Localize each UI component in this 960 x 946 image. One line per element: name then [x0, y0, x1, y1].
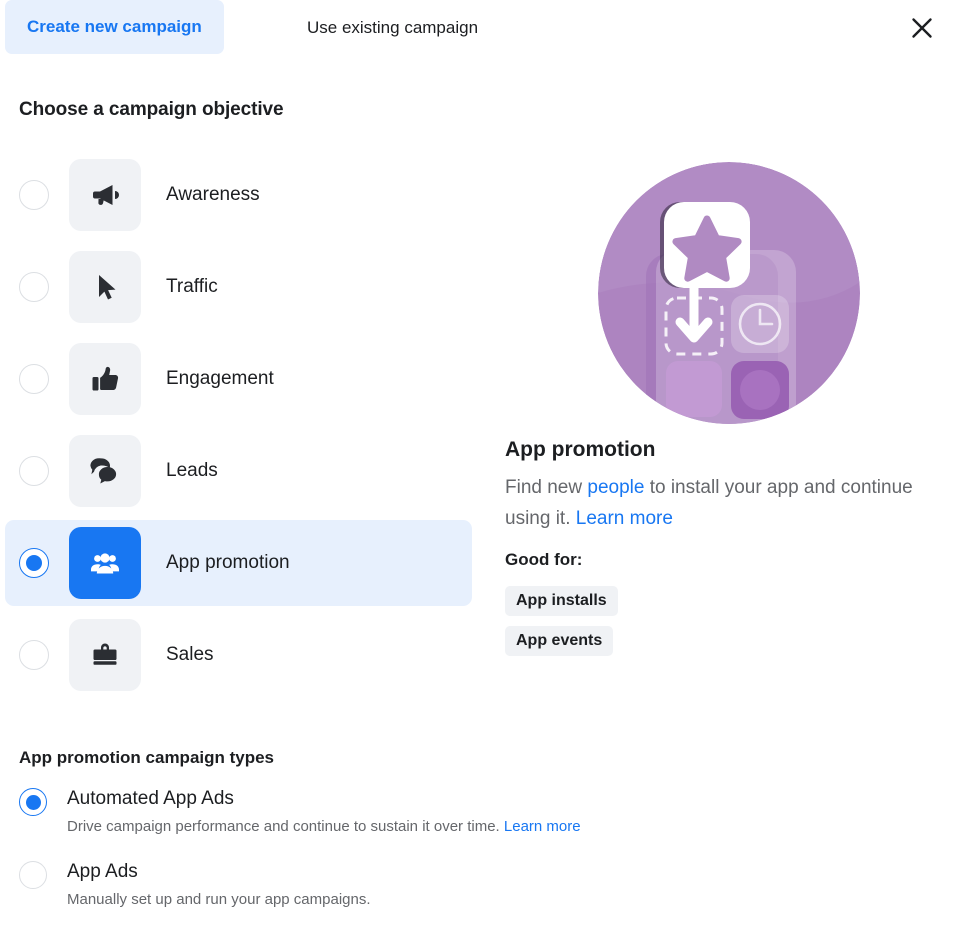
campaign-type-desc-text: Drive campaign performance and continue … — [67, 818, 504, 835]
cursor-icon — [69, 251, 141, 323]
campaign-type-desc-automated-app-ads: Drive campaign performance and continue … — [67, 817, 581, 837]
radio-app-promotion[interactable] — [19, 548, 49, 578]
campaign-type-app-ads[interactable]: App Ads Manually set up and run your app… — [19, 859, 819, 910]
campaign-type-title-app-ads: App Ads — [67, 861, 138, 882]
good-for-label: Good for: — [505, 550, 583, 569]
tab-use-existing-campaign-label: Use existing campaign — [307, 18, 479, 37]
tab-use-existing-campaign[interactable]: Use existing campaign — [285, 0, 500, 56]
detail-description: Find new people to install your app and … — [505, 472, 917, 534]
objective-label-awareness: Awareness — [166, 184, 260, 205]
tag-app-events: App events — [505, 626, 614, 656]
radio-automated-app-ads[interactable] — [19, 788, 47, 816]
people-group-icon — [69, 527, 141, 599]
close-icon[interactable] — [900, 6, 944, 50]
learn-more-link[interactable]: Learn more — [576, 508, 673, 529]
campaign-type-desc-app-ads: Manually set up and run your app campaig… — [67, 891, 371, 908]
good-for-tag-list: App installs App events — [505, 586, 618, 666]
campaign-types-heading: App promotion campaign types — [19, 748, 275, 767]
objective-row-sales[interactable]: Sales — [5, 612, 472, 698]
briefcase-icon — [69, 619, 141, 691]
objective-list: Awareness Traffic Engagement Leads App p… — [0, 152, 480, 704]
objective-row-leads[interactable]: Leads — [5, 428, 472, 514]
objective-label-traffic: Traffic — [166, 276, 218, 297]
objective-label-engagement: Engagement — [166, 368, 274, 389]
people-link[interactable]: people — [587, 477, 644, 498]
radio-awareness[interactable] — [19, 180, 49, 210]
objective-row-traffic[interactable]: Traffic — [5, 244, 472, 330]
tag-app-installs: App installs — [505, 586, 618, 616]
campaign-type-automated-app-ads[interactable]: Automated App Ads Drive campaign perform… — [19, 786, 819, 837]
objective-row-engagement[interactable]: Engagement — [5, 336, 472, 422]
thumbs-up-icon — [69, 343, 141, 415]
campaign-type-title-automated-app-ads: Automated App Ads — [67, 788, 234, 809]
automated-app-ads-learn-more-link[interactable]: Learn more — [504, 818, 581, 835]
radio-traffic[interactable] — [19, 272, 49, 302]
app-promotion-illustration — [598, 162, 860, 424]
chat-bubbles-icon — [69, 435, 141, 507]
tab-create-new-campaign-label: Create new campaign — [27, 17, 202, 36]
radio-leads[interactable] — [19, 456, 49, 486]
megaphone-icon — [69, 159, 141, 231]
detail-desc-part1: Find new — [505, 477, 588, 498]
campaign-types-list: Automated App Ads Drive campaign perform… — [19, 786, 819, 932]
radio-engagement[interactable] — [19, 364, 49, 394]
objective-row-awareness[interactable]: Awareness — [5, 152, 472, 238]
radio-sales[interactable] — [19, 640, 49, 670]
objective-label-app-promotion: App promotion — [166, 552, 290, 573]
detail-title: App promotion — [505, 438, 656, 461]
objective-label-leads: Leads — [166, 460, 218, 481]
objective-row-app-promotion[interactable]: App promotion — [5, 520, 472, 606]
radio-app-ads[interactable] — [19, 861, 47, 889]
tab-create-new-campaign[interactable]: Create new campaign — [5, 0, 224, 54]
objective-label-sales: Sales — [166, 644, 214, 665]
campaign-tab-bar: Create new campaign Use existing campaig… — [0, 0, 960, 56]
objective-section-heading: Choose a campaign objective — [19, 99, 284, 120]
